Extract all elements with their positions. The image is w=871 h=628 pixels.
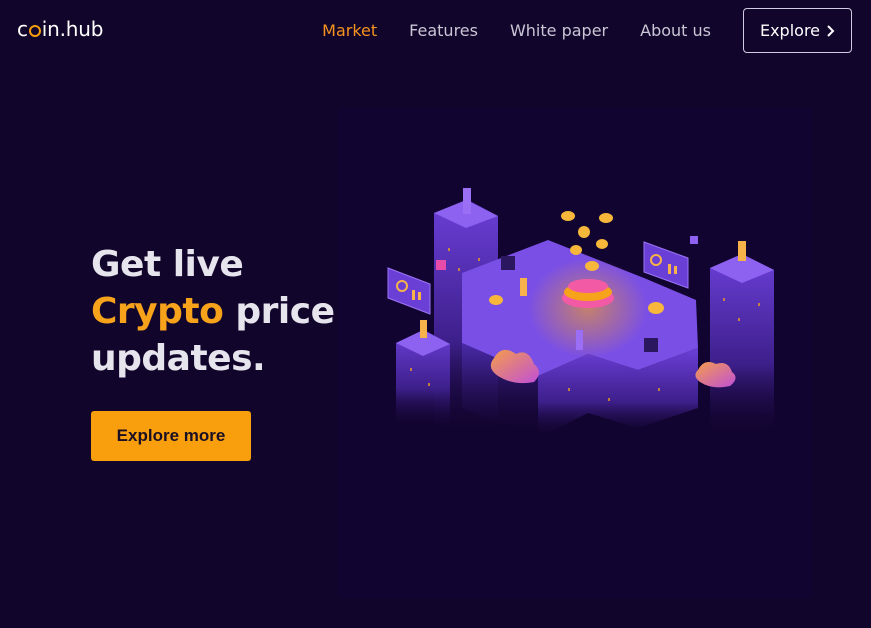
brand-logo[interactable]: c in.hub	[17, 15, 103, 43]
explore-label: Explore	[759, 21, 821, 40]
hero-line-2: Crypto price	[91, 288, 335, 335]
brand-prefix: c	[17, 17, 28, 41]
hero-line-3: updates.	[91, 338, 266, 379]
brand-suffix: in.hub	[41, 17, 104, 41]
nav-about-us[interactable]: About us	[640, 21, 711, 40]
coin-ring-icon	[28, 24, 41, 37]
hero-heading: Get live Crypto price updates.	[91, 241, 335, 382]
crypto-city-illustration	[338, 108, 812, 598]
explore-more-button[interactable]: Explore more	[91, 411, 251, 461]
main-nav: Market Features White paper About us Exp…	[322, 8, 852, 53]
hero-line-2-rest: price	[223, 291, 335, 332]
nav-features[interactable]: Features	[409, 21, 478, 40]
hero-accent-word: Crypto	[91, 291, 224, 332]
nav-market[interactable]: Market	[322, 21, 377, 40]
hero-line-1: Get live	[91, 244, 244, 285]
chevron-right-icon	[827, 24, 835, 37]
nav-white-paper[interactable]: White paper	[510, 21, 608, 40]
explore-button[interactable]: Explore	[743, 8, 852, 53]
